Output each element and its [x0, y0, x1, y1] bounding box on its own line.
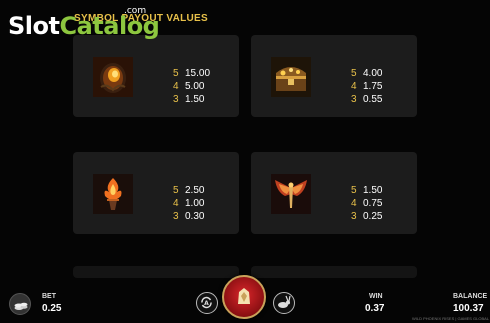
- payout-count: 4: [173, 198, 179, 209]
- watermark-slot: Slot: [8, 12, 60, 40]
- bet-settings-button[interactable]: [9, 293, 31, 315]
- watermark-catalog: Catalog: [59, 12, 160, 40]
- paytable-card: 5 1.50 4 0.75 3 0.25: [251, 152, 417, 234]
- payout-value: 0.55: [363, 94, 383, 105]
- payout-row: 3 0.55: [351, 93, 382, 106]
- payout-row: 3 1.50: [173, 93, 210, 106]
- payout-count: 5: [351, 68, 357, 79]
- payout-row: 4 1.00: [173, 197, 204, 210]
- payout-value: 1.00: [185, 198, 205, 209]
- payout-count: 5: [173, 68, 179, 79]
- payout-value: 1.50: [363, 185, 383, 196]
- payout-value: 1.50: [185, 94, 205, 105]
- paytable-card: 5 15.00 4 5.00 3 1.50: [73, 35, 239, 117]
- payout-list: 5 4.00 4 1.75 3 0.55: [351, 67, 382, 106]
- win-value: 0.37: [365, 303, 385, 314]
- paytable-card-partial: [73, 266, 239, 278]
- win-label: WIN: [369, 293, 383, 300]
- payout-value: 5.00: [185, 81, 205, 92]
- payout-row: 4 0.75: [351, 197, 382, 210]
- payout-value: 4.00: [363, 68, 383, 79]
- payout-count: 4: [173, 81, 179, 92]
- fire-torch-icon: [93, 174, 133, 214]
- svg-text:A: A: [204, 300, 209, 307]
- footer-note: WILD PHOENIX RISES | GAMES GLOBAL: [412, 316, 490, 321]
- payout-row: 5 1.50: [351, 184, 382, 197]
- payout-value: 15.00: [185, 68, 211, 79]
- payout-count: 3: [351, 94, 357, 105]
- payout-list: 5 2.50 4 1.00 3 0.30: [173, 184, 204, 223]
- payout-value: 2.50: [185, 185, 205, 196]
- autoplay-icon: A: [197, 296, 216, 316]
- payout-count: 5: [351, 185, 357, 196]
- payout-count: 3: [173, 94, 179, 105]
- treasure-chest-icon: [271, 57, 311, 97]
- payout-count: 3: [351, 211, 357, 222]
- bottom-bar: BET 0.25 A WIN 0.37 BALANCE 100.37 WILD …: [0, 275, 490, 323]
- payout-value: 0.75: [363, 198, 383, 209]
- payout-list: 5 15.00 4 5.00 3 1.50: [173, 67, 210, 106]
- phoenix-wings-icon: [271, 174, 311, 214]
- payout-list: 5 1.50 4 0.75 3 0.25: [351, 184, 382, 223]
- turbo-button[interactable]: [273, 292, 295, 314]
- payout-row: 3 0.25: [351, 210, 382, 223]
- payout-count: 4: [351, 81, 357, 92]
- payout-count: 5: [173, 185, 179, 196]
- turbo-rabbit-icon: [274, 295, 293, 316]
- payout-count: 4: [351, 198, 357, 209]
- payout-value: 0.30: [185, 211, 205, 222]
- autoplay-button[interactable]: A: [196, 292, 218, 314]
- payout-value: 1.75: [363, 81, 383, 92]
- payout-row: 4 5.00: [173, 80, 210, 93]
- payout-value: 0.25: [363, 211, 383, 222]
- balance-value: 100.37: [453, 303, 484, 314]
- paytable-card-partial: [251, 266, 417, 278]
- payout-row: 3 0.30: [173, 210, 204, 223]
- bet-value: 0.25: [42, 303, 62, 314]
- paytable-card: 5 2.50 4 1.00 3 0.30: [73, 152, 239, 234]
- payout-row: 5 15.00: [173, 67, 210, 80]
- spin-button[interactable]: [222, 275, 266, 319]
- payout-row: 5 2.50: [173, 184, 204, 197]
- payout-row: 5 4.00: [351, 67, 382, 80]
- watermark-logo: SlotCatalog: [8, 12, 160, 40]
- dragon-egg-icon: [93, 57, 133, 97]
- payout-row: 4 1.75: [351, 80, 382, 93]
- paytable-card: 5 4.00 4 1.75 3 0.55: [251, 35, 417, 117]
- payout-count: 3: [173, 211, 179, 222]
- balance-label: BALANCE: [453, 293, 488, 300]
- bet-label: BET: [42, 293, 56, 300]
